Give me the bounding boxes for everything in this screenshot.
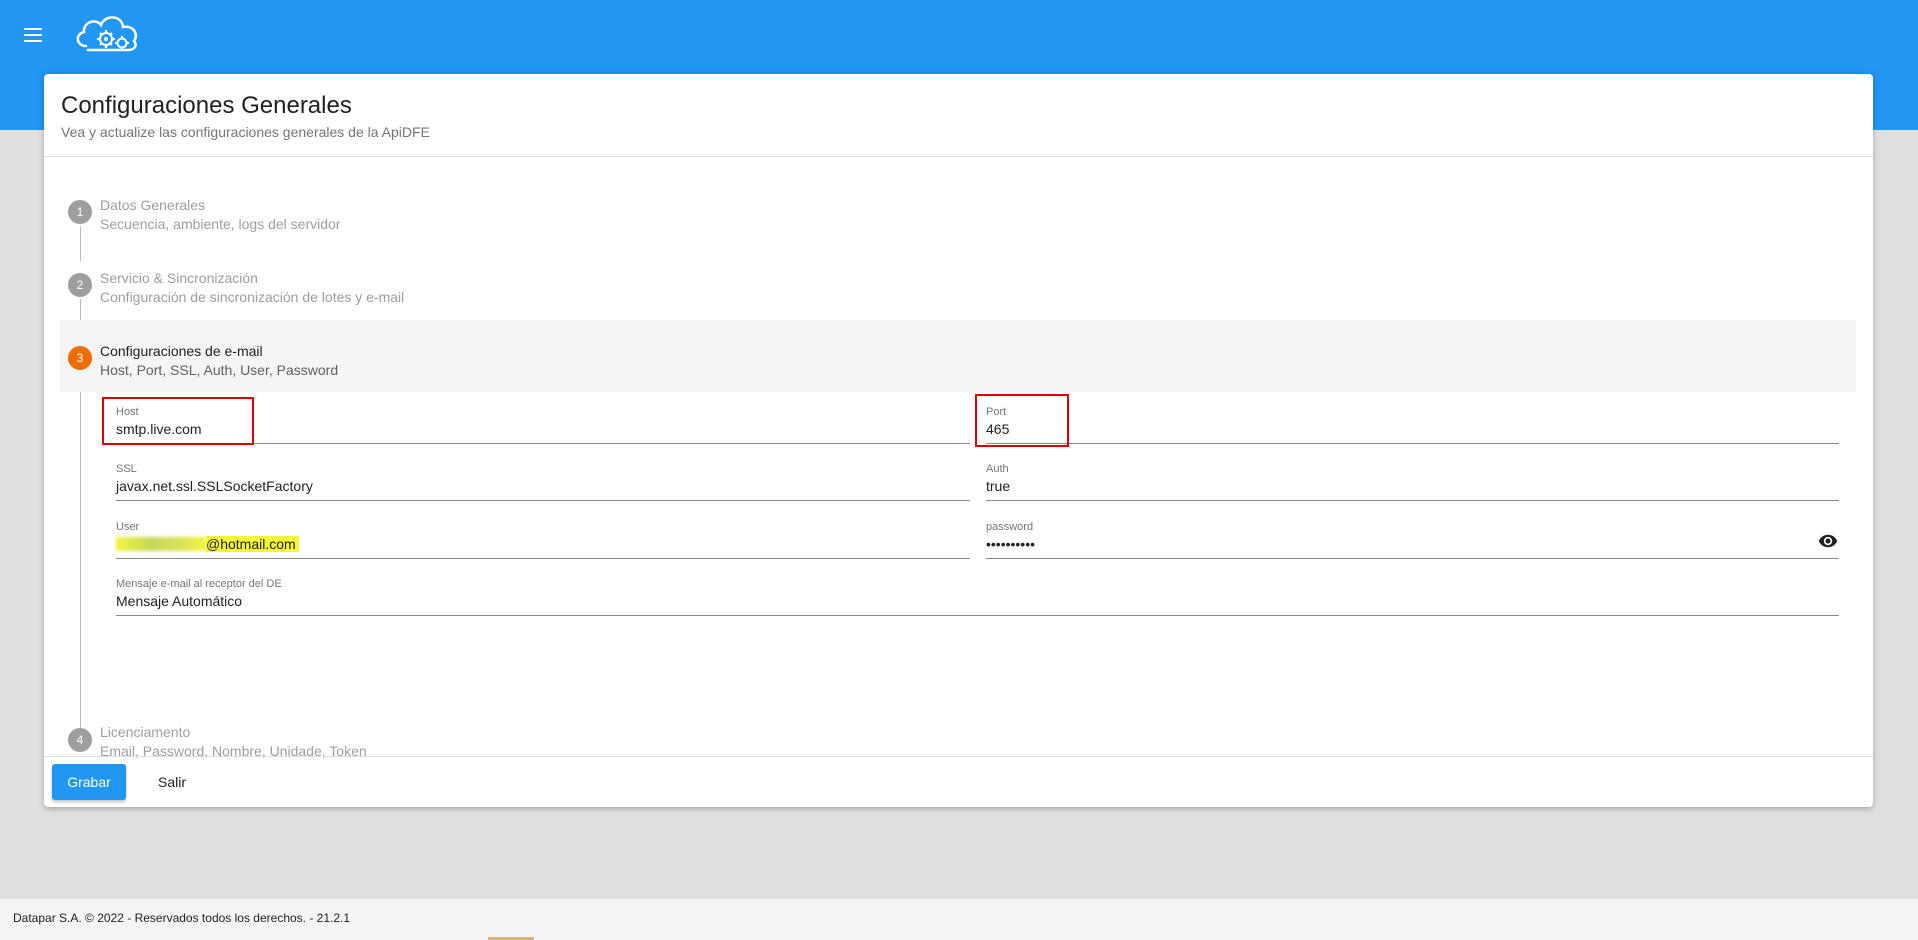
footer-copyright: Datapar S.A. © 2022 - Reservados todos l… — [13, 911, 351, 925]
step-title: Servicio & Sincronización — [100, 270, 258, 286]
step-configuraciones-email[interactable]: 3 Configuraciones de e-mail Host, Port, … — [60, 320, 1856, 392]
ssl-field[interactable]: SSL javax.net.ssl.SSLSocketFactory — [116, 451, 970, 501]
user-email-domain: @hotmail.com — [206, 536, 299, 552]
page-subtitle: Vea y actualize las configuraciones gene… — [61, 124, 430, 140]
annotation-box-host — [102, 397, 254, 445]
step-number-badge: 2 — [68, 273, 92, 297]
stepper-connector — [80, 372, 81, 740]
annotation-box-port — [975, 394, 1069, 447]
grabar-button[interactable]: Grabar — [52, 764, 126, 800]
mensaje-label: Mensaje e-mail al receptor del DE — [116, 578, 282, 590]
card-actions: Grabar Salir — [44, 756, 1873, 807]
step-title: Configuraciones de e-mail — [100, 343, 263, 359]
eye-icon[interactable] — [1817, 531, 1839, 551]
step-title: Licenciamento — [100, 724, 191, 740]
hamburger-menu-icon[interactable] — [22, 24, 46, 44]
step-subtitle: Secuencia, ambiente, logs del servidor — [100, 216, 341, 232]
user-field[interactable]: User @hotmail.com — [116, 509, 970, 559]
password-input[interactable]: •••••••••• — [986, 536, 1035, 552]
password-field[interactable]: password •••••••••• — [986, 509, 1839, 559]
step-subtitle: Configuración de sincronización de lotes… — [100, 289, 405, 305]
auth-label: Auth — [986, 463, 1009, 475]
step-subtitle: Host, Port, SSL, Auth, User, Password — [100, 362, 339, 378]
port-field[interactable]: Port 465 — [986, 394, 1839, 444]
user-input[interactable]: @hotmail.com — [116, 536, 299, 552]
mensaje-field[interactable]: Mensaje e-mail al receptor del DE Mensaj… — [116, 566, 1839, 616]
password-label: password — [986, 521, 1034, 533]
user-label: User — [116, 521, 140, 533]
mensaje-input[interactable]: Mensaje Automático — [116, 593, 242, 609]
salir-button[interactable]: Salir — [140, 764, 204, 800]
auth-input[interactable]: true — [986, 478, 1010, 494]
step-servicio-sincronizacion[interactable]: 2 Servicio & Sincronización Configuració… — [60, 247, 1856, 319]
step-number-badge: 4 — [68, 728, 92, 752]
ssl-label: SSL — [116, 463, 137, 475]
redacted-text — [116, 537, 206, 551]
step-datos-generales[interactable]: 1 Datos Generales Secuencia, ambiente, l… — [60, 174, 1856, 246]
step-number-badge: 3 — [68, 346, 92, 370]
step-number-badge: 1 — [68, 200, 92, 224]
card-header: Configuraciones Generales Vea y actualiz… — [44, 74, 1873, 157]
step-title: Datos Generales — [100, 197, 206, 213]
cloud-gears-icon — [76, 16, 138, 52]
page-title: Configuraciones Generales — [61, 92, 352, 119]
page-footer: Datapar S.A. © 2022 - Reservados todos l… — [0, 899, 1918, 940]
auth-field[interactable]: Auth true — [986, 451, 1839, 501]
settings-card: Configuraciones Generales Vea y actualiz… — [44, 74, 1873, 807]
ssl-input[interactable]: javax.net.ssl.SSLSocketFactory — [116, 478, 313, 494]
